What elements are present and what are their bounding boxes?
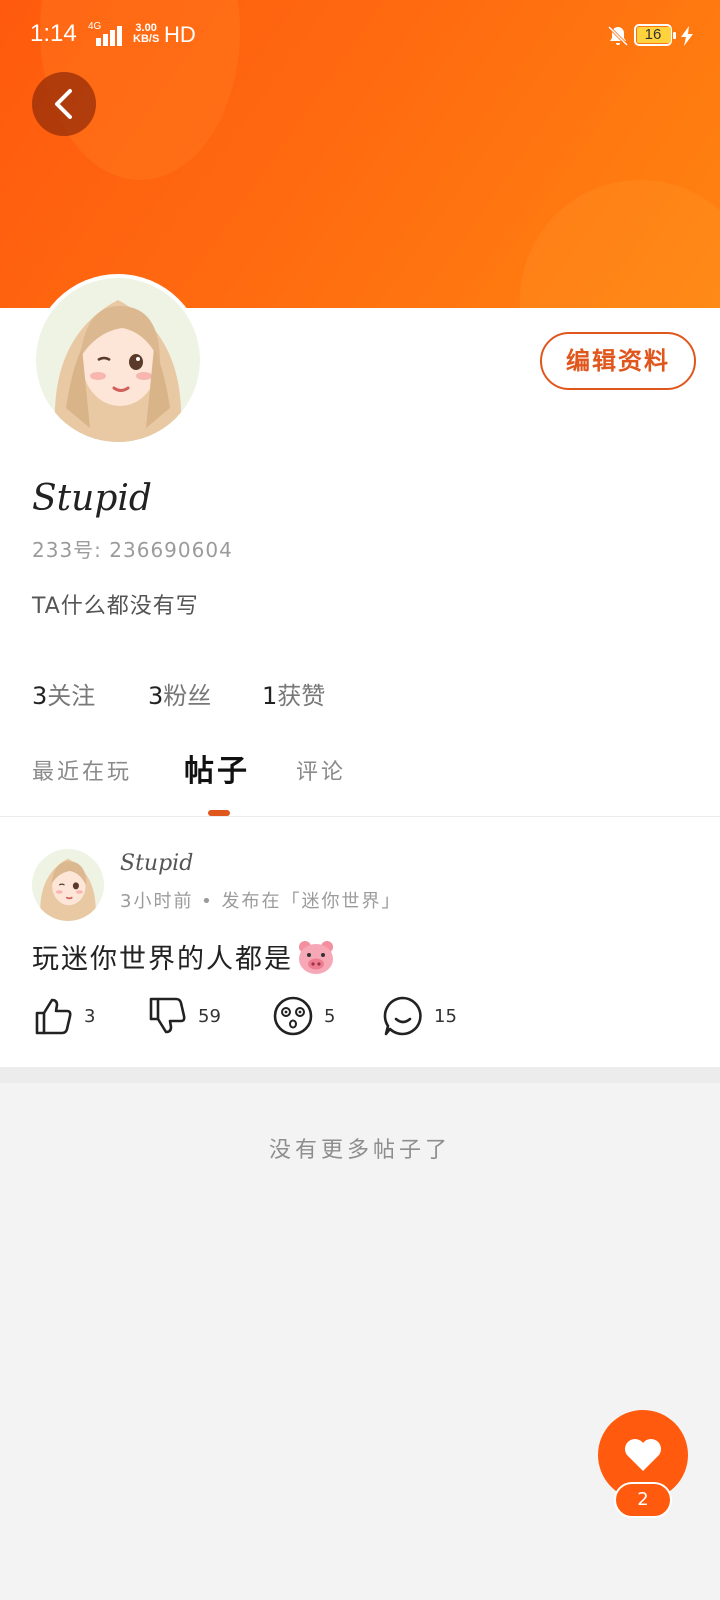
post-author-avatar[interactable] [32, 849, 104, 921]
comment-count: 15 [434, 1005, 457, 1027]
stat-following[interactable]: 3关注 [32, 676, 95, 711]
battery-level: 16 [644, 26, 662, 43]
avatar [36, 278, 200, 442]
stat-likes-label: 获赞 [277, 682, 326, 710]
like-button[interactable]: 3 [32, 993, 95, 1039]
tab-posts[interactable]: 帖子 [184, 746, 250, 790]
charging-icon [681, 26, 693, 46]
battery-icon: 16 [634, 24, 676, 46]
stat-likes[interactable]: 1获赞 [262, 676, 325, 711]
stat-followers-label: 粉丝 [163, 682, 212, 710]
post-card[interactable]: Stupid 3小时前 • 发布在「迷你世界」 玩迷你世界的人都是 3 59 5… [0, 817, 720, 1067]
tab-comments[interactable]: 评论 [296, 754, 346, 786]
chevron-left-icon [55, 89, 72, 119]
profile-tabs: 最近在玩 帖子 评论 [0, 740, 720, 816]
profile-page: 1:14 4G 3.00 KB/S HD 16 编辑资料 Stupid 233号… [0, 0, 720, 1600]
back-button[interactable] [32, 72, 96, 136]
stat-following-count: 3 [32, 682, 48, 710]
hd-indicator: HD [164, 22, 196, 47]
post-content: 玩迷你世界的人都是 [32, 937, 335, 976]
stat-likes-count: 1 [262, 682, 278, 710]
dislike-count: 59 [198, 1005, 221, 1027]
fab-count-badge: 2 [614, 1482, 672, 1518]
user-bio: TA什么都没有写 [32, 594, 199, 619]
edit-profile-button[interactable]: 编辑资料 [540, 332, 696, 390]
stat-following-label: 关注 [47, 682, 96, 710]
stat-followers[interactable]: 3粉丝 [148, 676, 211, 711]
stat-followers-count: 3 [148, 682, 164, 710]
post-actions: 3 59 5 15 [0, 993, 720, 1043]
network-speed: 3.00 KB/S [133, 23, 159, 45]
dizzy-count: 5 [324, 1005, 336, 1027]
no-more-posts-text: 没有更多帖子了 [268, 1138, 451, 1163]
section-gap [0, 1067, 720, 1083]
dizzy-face-icon [273, 996, 313, 1036]
dislike-button[interactable]: 59 [146, 993, 221, 1039]
post-author-name[interactable]: Stupid [120, 851, 193, 876]
profile-username: Stupid [32, 478, 152, 519]
dizzy-reaction-button[interactable]: 5 [272, 993, 335, 1039]
pig-face-icon [299, 940, 333, 974]
bell-muted-icon [607, 25, 629, 47]
tab-recently-played[interactable]: 最近在玩 [32, 754, 132, 786]
user-id: 233号: 236690604 [32, 538, 233, 562]
signal-icon [96, 26, 128, 46]
status-bar: 1:14 4G 3.00 KB/S HD 16 [0, 0, 720, 72]
network-speed-unit: KB/S [133, 33, 160, 45]
comment-icon [383, 996, 422, 1036]
post-text: 玩迷你世界的人都是 [32, 944, 293, 975]
thumbs-down-icon [149, 997, 186, 1034]
profile-avatar[interactable] [32, 274, 204, 446]
comment-button[interactable]: 15 [382, 993, 457, 1039]
post-meta: 3小时前 • 发布在「迷你世界」 [120, 891, 402, 912]
status-time: 1:14 [30, 20, 77, 47]
heart-icon [625, 1439, 661, 1471]
thumbs-up-icon [35, 998, 72, 1035]
like-count: 3 [84, 1005, 96, 1027]
